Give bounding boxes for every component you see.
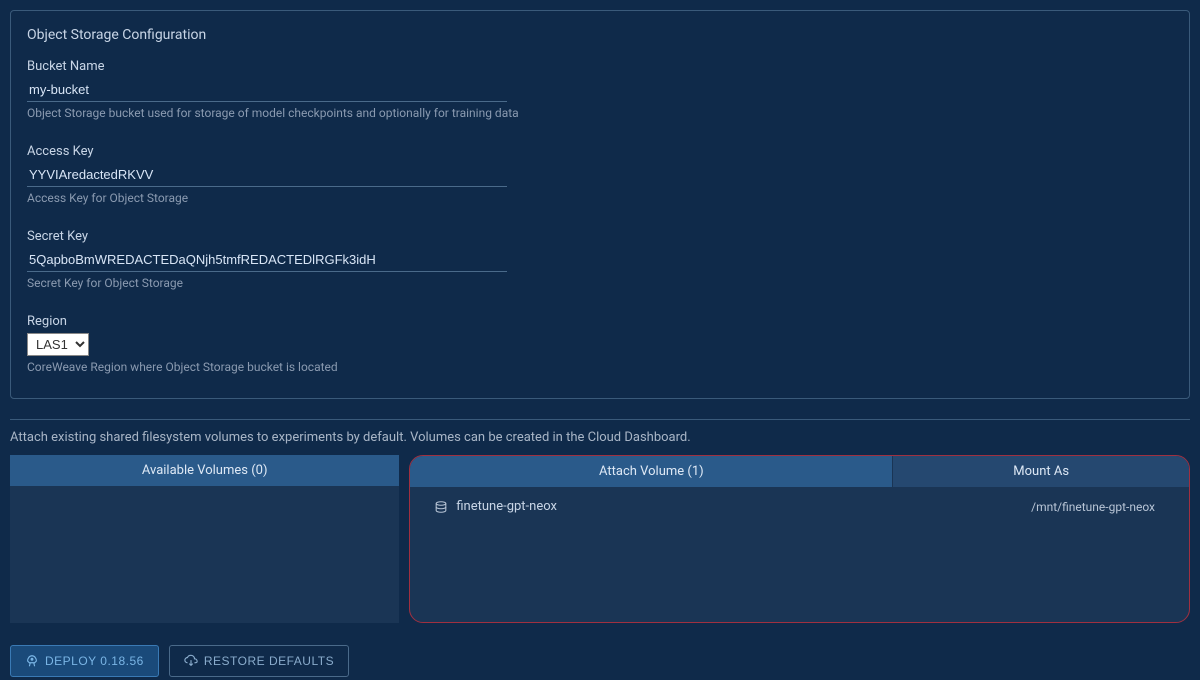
available-volumes-header: Available Volumes (0) xyxy=(10,455,399,486)
bucket-name-help: Object Storage bucket used for storage o… xyxy=(27,106,1173,120)
attach-volume-name-cell: finetune-gpt-neox xyxy=(434,499,884,514)
attach-volumes-body: finetune-gpt-neox /mnt/finetune-gpt-neox xyxy=(410,487,1189,622)
divider xyxy=(10,419,1190,420)
deploy-button-label: DEPLOY 0.18.56 xyxy=(45,654,144,668)
panel-title: Object Storage Configuration xyxy=(27,27,1173,43)
cloud-download-icon xyxy=(184,654,198,668)
database-icon xyxy=(434,500,448,514)
region-help: CoreWeave Region where Object Storage bu… xyxy=(27,360,1173,374)
deploy-button[interactable]: DEPLOY 0.18.56 xyxy=(10,645,159,677)
access-key-input[interactable] xyxy=(27,163,507,187)
region-field: Region LAS1 CoreWeave Region where Objec… xyxy=(27,314,1173,374)
bucket-name-label: Bucket Name xyxy=(27,59,1173,74)
access-key-help: Access Key for Object Storage xyxy=(27,191,1173,205)
attach-volume-panel: Attach Volume (1) Mount As finetune-gpt-… xyxy=(409,455,1190,623)
bucket-name-input[interactable] xyxy=(27,78,507,102)
restore-defaults-label: RESTORE DEFAULTS xyxy=(204,654,334,668)
buttons-row: DEPLOY 0.18.56 RESTORE DEFAULTS xyxy=(10,645,1190,677)
available-volumes-panel: Available Volumes (0) xyxy=(10,455,399,623)
secret-key-input[interactable] xyxy=(27,248,507,272)
rocket-icon xyxy=(25,654,39,668)
secret-key-label: Secret Key xyxy=(27,229,1173,244)
attach-volume-mount: /mnt/finetune-gpt-neox xyxy=(885,500,1165,514)
access-key-label: Access Key xyxy=(27,144,1173,159)
object-storage-panel: Object Storage Configuration Bucket Name… xyxy=(10,10,1190,399)
region-label: Region xyxy=(27,314,1173,329)
mount-as-header: Mount As xyxy=(893,456,1189,487)
available-volumes-body xyxy=(10,486,399,621)
volumes-description: Attach existing shared filesystem volume… xyxy=(10,430,1190,445)
bucket-name-field: Bucket Name Object Storage bucket used f… xyxy=(27,59,1173,120)
region-select[interactable]: LAS1 xyxy=(27,333,89,356)
secret-key-help: Secret Key for Object Storage xyxy=(27,276,1173,290)
attach-volume-name: finetune-gpt-neox xyxy=(456,499,557,514)
access-key-field: Access Key Access Key for Object Storage xyxy=(27,144,1173,205)
secret-key-field: Secret Key Secret Key for Object Storage xyxy=(27,229,1173,290)
attach-volume-header: Attach Volume (1) xyxy=(410,456,893,487)
restore-defaults-button[interactable]: RESTORE DEFAULTS xyxy=(169,645,349,677)
volumes-row: Available Volumes (0) Attach Volume (1) … xyxy=(10,455,1190,623)
attach-volume-row[interactable]: finetune-gpt-neox /mnt/finetune-gpt-neox xyxy=(422,493,1177,520)
